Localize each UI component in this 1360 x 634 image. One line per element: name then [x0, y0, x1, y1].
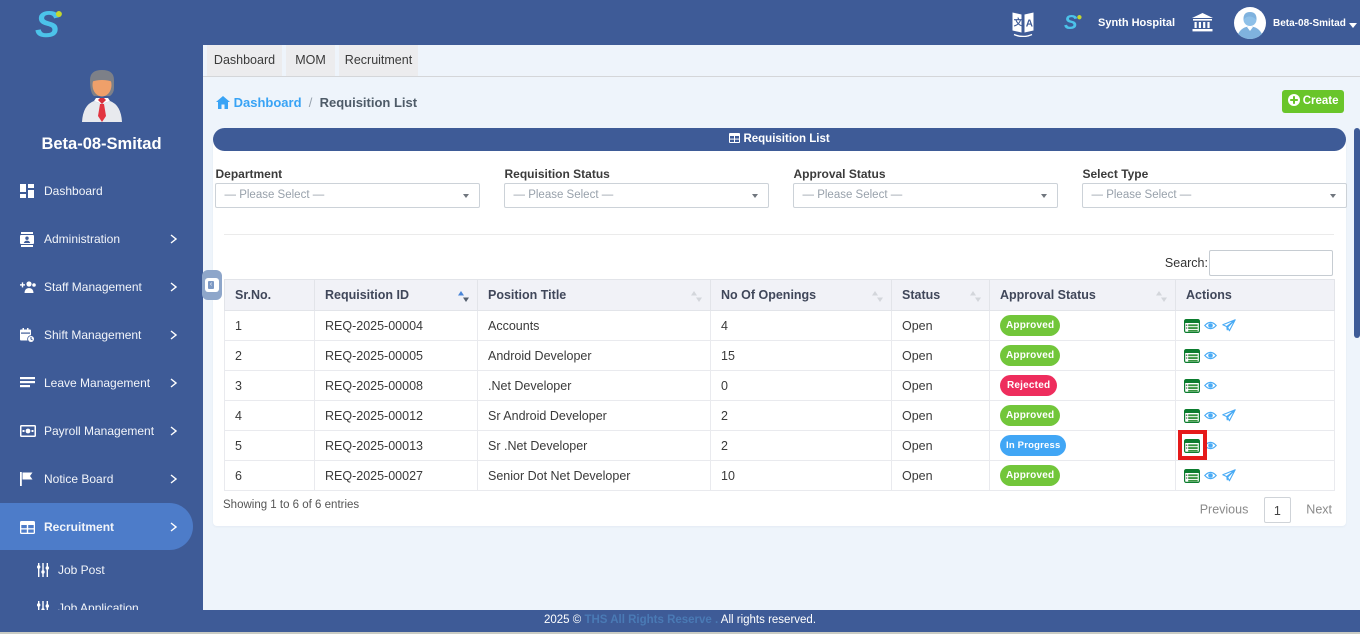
svg-text:A: A	[1026, 19, 1033, 30]
svg-text:文: 文	[1013, 17, 1024, 28]
